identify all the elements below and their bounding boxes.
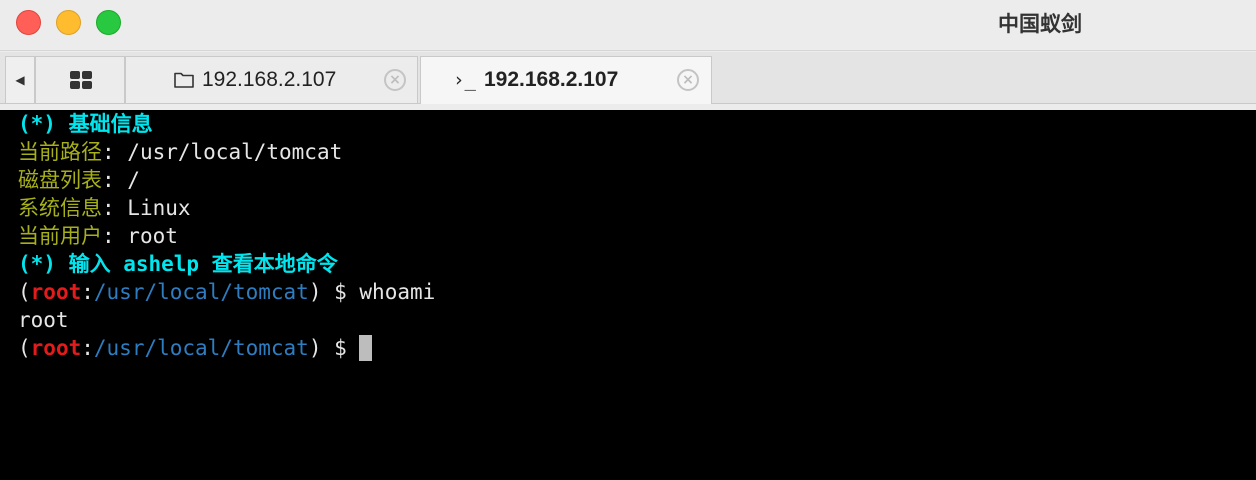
maximize-window-button[interactable]	[96, 10, 121, 35]
prompt-colon: :	[81, 336, 94, 360]
tab-scroll-left-button[interactable]: ◀	[5, 56, 35, 103]
tab-bar: ◀ 192.168.2.107 × ›_ 192.168.2.107 ×	[0, 52, 1256, 104]
active-prompt-line[interactable]: (root:/usr/local/tomcat) $	[18, 334, 373, 362]
info-value: Linux	[127, 196, 191, 220]
terminal-prompt-icon: ›_	[453, 69, 476, 91]
tab-terminal[interactable]: ›_ 192.168.2.107 ×	[420, 56, 712, 104]
info-sep: :	[102, 196, 128, 220]
tab-grid-overview[interactable]	[35, 56, 125, 103]
prompt-close: ) $	[308, 336, 360, 360]
command-output: root	[18, 308, 69, 332]
title-bar: 中国蚁剑	[0, 0, 1256, 51]
close-window-button[interactable]	[16, 10, 41, 35]
info-sep: :	[102, 140, 128, 164]
help-hint: (*) 输入 ashelp 查看本地命令	[18, 252, 338, 276]
info-value: root	[127, 224, 178, 248]
info-key: 系统信息	[18, 196, 102, 220]
prompt-user: root	[30, 336, 82, 360]
info-value: /	[127, 168, 140, 192]
window-title: 中国蚁剑	[998, 12, 1082, 36]
prompt-open: (	[18, 280, 31, 304]
info-line-user: 当前用户: root	[18, 222, 178, 250]
prompt-path: /usr/local/tomcat	[93, 280, 309, 304]
prompt-colon: :	[81, 280, 94, 304]
info-value: /usr/local/tomcat	[127, 140, 343, 164]
terminal-cursor[interactable]	[359, 335, 373, 361]
tab-label: 192.168.2.107	[202, 68, 337, 91]
tab-close-icon[interactable]: ×	[384, 69, 406, 91]
minimize-window-button[interactable]	[56, 10, 81, 35]
tab-label: 192.168.2.107	[484, 68, 619, 91]
terminal-output[interactable]: (*) 基础信息 当前路径: /usr/local/tomcat 磁盘列表: /…	[0, 110, 1256, 480]
prompt-line: (root:/usr/local/tomcat) $ whoami	[18, 278, 435, 306]
info-sep: :	[102, 168, 128, 192]
info-line-disk: 磁盘列表: /	[18, 166, 140, 194]
info-key: 当前用户	[18, 224, 102, 248]
info-line-path: 当前路径: /usr/local/tomcat	[18, 138, 342, 166]
prompt-path: /usr/local/tomcat	[93, 336, 309, 360]
basic-info-header: (*) 基础信息	[18, 112, 153, 136]
folder-icon	[174, 72, 194, 88]
grid-icon	[70, 71, 92, 89]
command-text: whoami	[359, 280, 436, 304]
info-key: 当前路径	[18, 140, 102, 164]
prompt-open: (	[18, 336, 31, 360]
tab-close-icon[interactable]: ×	[677, 69, 699, 91]
info-line-system: 系统信息: Linux	[18, 194, 191, 222]
prompt-close: ) $	[308, 280, 360, 304]
tab-file-manager[interactable]: 192.168.2.107 ×	[125, 56, 418, 103]
info-key: 磁盘列表	[18, 168, 102, 192]
prompt-user: root	[30, 280, 82, 304]
info-sep: :	[102, 224, 128, 248]
